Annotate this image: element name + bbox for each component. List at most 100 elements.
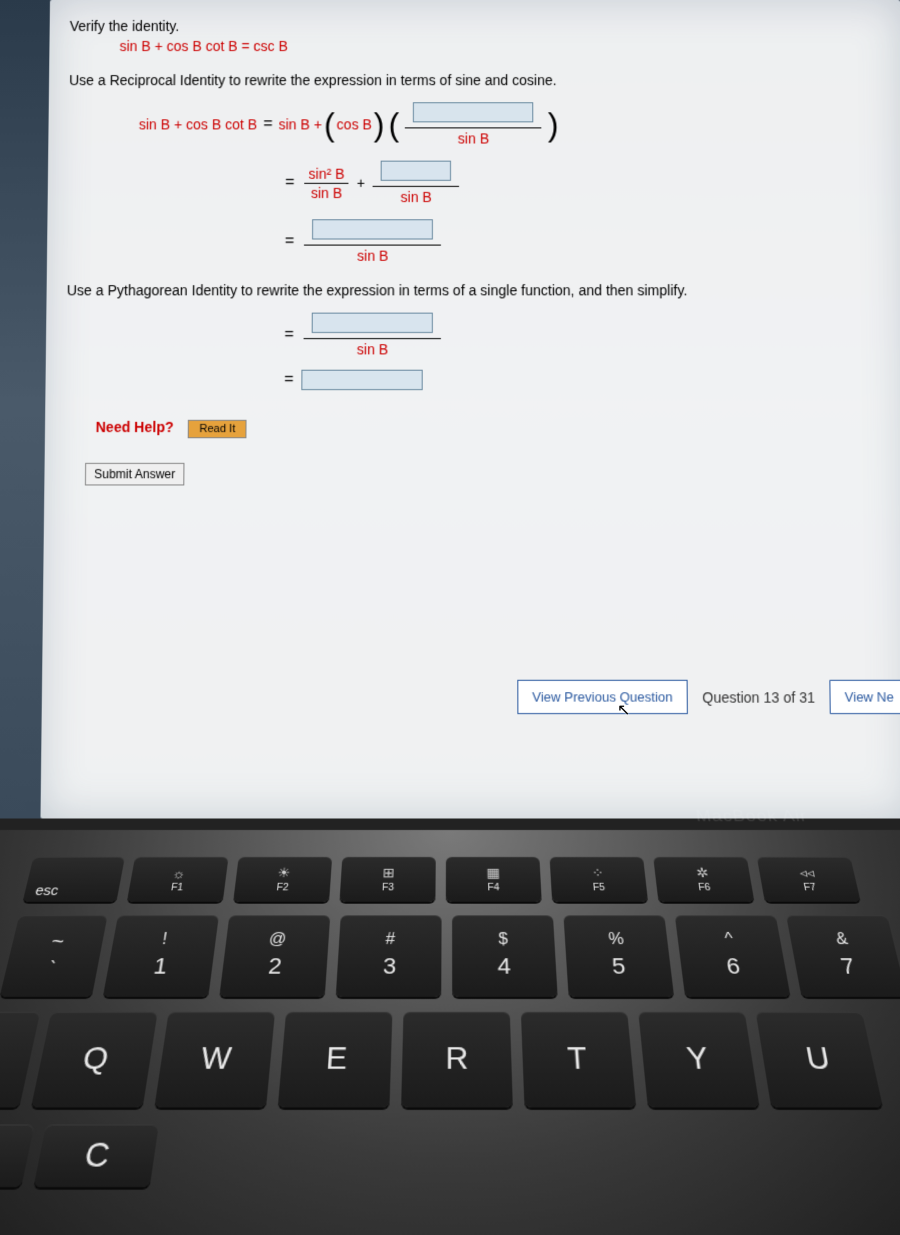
key-6-bot: 6 (724, 953, 741, 980)
paren-open-2: ( (387, 108, 402, 140)
key-f1[interactable]: ☼F1 (127, 857, 229, 902)
key-s[interactable]: C (33, 1124, 158, 1187)
work-line-5: = (66, 370, 885, 390)
key-tilde-top: ~ (49, 931, 66, 954)
answer-blank-1[interactable] (413, 102, 533, 122)
answer-blank-2[interactable] (381, 161, 451, 181)
launchpad-icon: ▦ (486, 865, 500, 881)
key-4[interactable]: $4 (452, 915, 558, 997)
key-e[interactable]: E (278, 1012, 393, 1108)
need-help-label: Need Help? (96, 419, 174, 435)
key-f1-label: F1 (170, 882, 184, 892)
key-y[interactable]: Y (638, 1012, 759, 1108)
key-5-top: % (608, 931, 625, 949)
question-panel: Verify the identity. sin B + cos B cot B… (40, 0, 900, 819)
key-6-top: ^ (724, 931, 735, 949)
brightness-down-icon: ☼ (172, 866, 187, 881)
key-f2[interactable]: ☀ F2 (233, 857, 332, 902)
paren-close: ) (372, 108, 387, 140)
key-f4[interactable]: ▦ F4 (446, 857, 542, 902)
view-next-button[interactable]: View Ne (829, 680, 900, 714)
key-f7[interactable]: ◃◃ F7 (757, 857, 861, 902)
identity-equation: sin B + cos B cot B = csc B (69, 38, 880, 54)
equals-sign-4: = (284, 326, 294, 344)
key-w[interactable]: W (154, 1012, 275, 1108)
line1-rhs-a: sin B + (279, 116, 322, 132)
equals-sign-5: = (284, 371, 294, 389)
key-7-bot: 7 (838, 953, 857, 980)
key-2[interactable]: @2 (219, 915, 330, 997)
key-1[interactable]: !1 (103, 915, 219, 997)
answer-blank-5[interactable] (302, 370, 423, 390)
key-esc[interactable]: esc (23, 857, 125, 902)
key-2-top: @ (268, 931, 287, 949)
brand-label: MacBook Air (695, 807, 809, 825)
keyboard-bright-icon: ✲ (695, 865, 709, 881)
key-f6-label: F6 (698, 883, 712, 893)
rewind-icon: ◃◃ (798, 865, 816, 881)
equals-sign-3: = (285, 232, 294, 250)
work-line-4: = sin B (66, 311, 884, 360)
paren-open: ( (322, 108, 337, 140)
line1-rhs-b: cos B (337, 116, 372, 132)
key-tilde[interactable]: ~` (0, 915, 108, 997)
key-4-top: $ (498, 931, 508, 949)
cursor-icon (617, 700, 630, 720)
step2-instruction: Use a Pythagorean Identity to rewrite th… (67, 282, 884, 298)
key-f5-label: F5 (592, 883, 605, 893)
answer-blank-4[interactable] (312, 313, 433, 333)
question-nav: View Previous Question Question 13 of 31… (517, 680, 900, 714)
key-r[interactable]: R (401, 1012, 513, 1108)
key-7-top: & (834, 931, 849, 949)
line2-den: sin B (307, 183, 346, 200)
help-row: Need Help? Read It (65, 419, 885, 438)
equals-sign-2: = (285, 174, 294, 192)
line3-den: sin B (351, 246, 394, 266)
key-3-bot: 3 (382, 953, 396, 980)
key-2-bot: 2 (267, 953, 283, 980)
key-1-bot: 1 (152, 953, 169, 980)
line2-small-den: sin B (394, 187, 437, 207)
submit-answer-button[interactable]: Submit Answer (85, 463, 185, 486)
view-previous-button[interactable]: View Previous Question (517, 680, 688, 714)
key-6[interactable]: ^6 (675, 915, 791, 997)
line1-frac-den: sin B (452, 128, 495, 148)
mission-control-icon: ⊞ (382, 865, 395, 881)
work-line-2: = sin² B sin B + sin B (68, 159, 883, 207)
plus-sign: + (357, 175, 365, 191)
key-7[interactable]: &7 (786, 915, 900, 997)
key-f3[interactable]: ⊞ F3 (340, 857, 436, 902)
key-3-top: # (385, 931, 395, 949)
key-f3-label: F3 (382, 883, 394, 893)
keyboard-dim-icon: ⁘ (591, 865, 604, 881)
line1-lhs: sin B + cos B cot B (139, 116, 257, 132)
question-counter: Question 13 of 31 (696, 689, 821, 706)
line2-num: sin² B (305, 165, 349, 183)
key-tilde-bot: ` (46, 958, 57, 980)
read-it-button[interactable]: Read It (188, 420, 246, 438)
key-5-bot: 5 (611, 953, 627, 980)
paren-close-2: ) (546, 108, 561, 140)
key-f4-label: F4 (487, 883, 499, 893)
work-line-3: = sin B (67, 217, 883, 266)
key-5[interactable]: %5 (563, 915, 674, 997)
line4-den: sin B (351, 339, 395, 359)
answer-blank-3[interactable] (312, 219, 433, 239)
step1-instruction: Use a Reciprocal Identity to rewrite the… (69, 72, 881, 88)
key-u[interactable]: U (756, 1012, 883, 1108)
key-f5[interactable]: ⁘ F5 (550, 857, 649, 902)
key-a[interactable]: A (0, 1124, 34, 1187)
key-f6[interactable]: ✲ F6 (653, 857, 754, 902)
brightness-up-icon: ☀ (277, 865, 291, 881)
key-f2-label: F2 (276, 883, 289, 893)
equals-sign: = (263, 115, 272, 133)
work-line-1: sin B + cos B cot B = sin B + ( cos B ) … (68, 100, 882, 148)
key-4-bot: 4 (497, 953, 511, 980)
key-f7-label: F7 (803, 883, 817, 893)
prompt-text: Verify the identity. (70, 18, 881, 34)
key-3[interactable]: #3 (336, 915, 442, 997)
key-t[interactable]: T (521, 1012, 636, 1108)
key-q[interactable]: Q (31, 1012, 158, 1108)
key-1-top: ! (161, 931, 169, 949)
keyboard: MacBook Air esc ☼F1 ☀F2 ⊞F3 ▦F4 ⁘F5 ✲F6 … (0, 830, 900, 1235)
